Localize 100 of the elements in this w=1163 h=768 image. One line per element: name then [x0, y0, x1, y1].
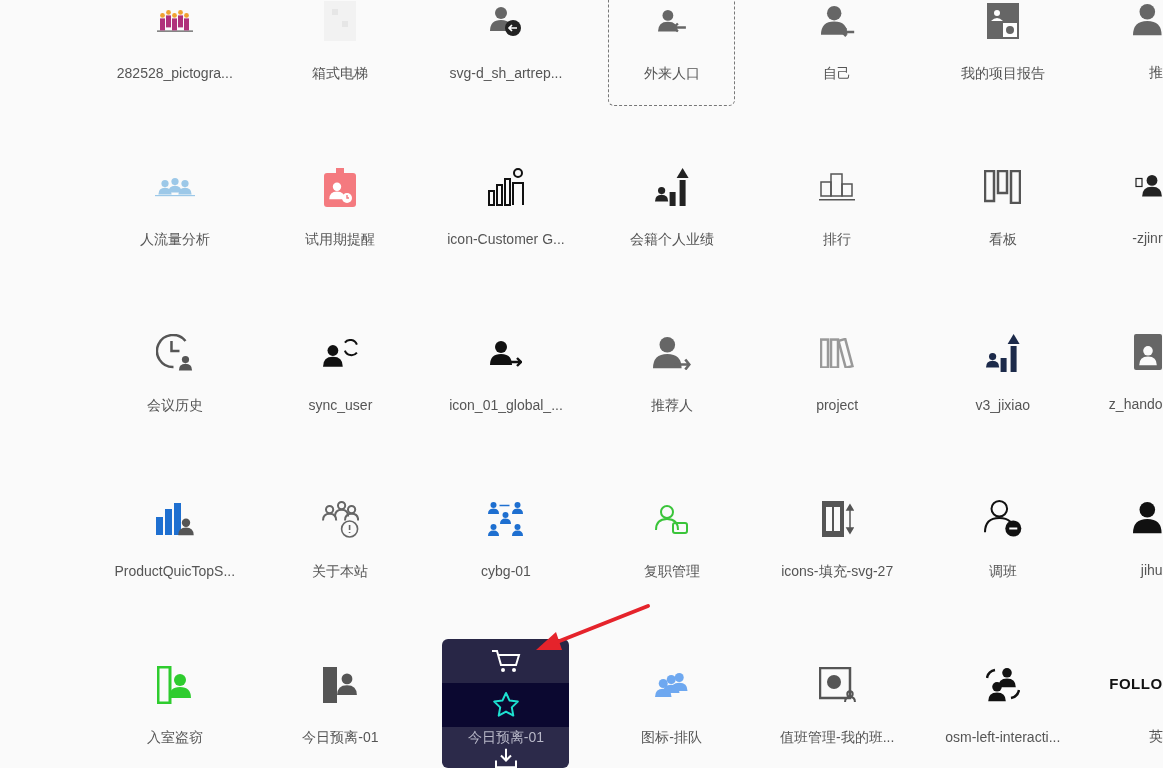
icon-tile[interactable]: cybg-01: [442, 468, 570, 604]
icon-tile[interactable]: osm-left-interacti...: [939, 634, 1067, 768]
icon-tile[interactable]: FOLLO 英: [1085, 634, 1163, 768]
icon-tile[interactable]: 看板: [939, 136, 1067, 272]
download-icon: [493, 748, 519, 768]
icon-name: 推荐人: [650, 396, 693, 415]
user-card-icon: [655, 504, 689, 534]
user-arrow-icon: [489, 339, 523, 367]
icon-name: 282528_pictogra...: [116, 64, 233, 83]
icon-name: cybg-01: [481, 562, 531, 581]
icon-tile[interactable]: 值班管理-我的班...: [773, 634, 901, 768]
growth-chart-icon: [653, 167, 690, 207]
books-icon: [820, 337, 854, 369]
icon-name: v3_jixiao: [975, 396, 1030, 415]
icon-name: 复职管理: [643, 562, 700, 581]
icon-name: -zjinr: [1132, 229, 1163, 248]
icon-tile[interactable]: 图标-排队: [608, 634, 736, 768]
icon-name: 箱式电梯: [312, 64, 369, 83]
icon-tile[interactable]: 外来人口: [608, 0, 736, 106]
icon-tile[interactable]: 会议历史: [111, 302, 239, 438]
queue-icon: [654, 672, 689, 698]
icon-tile[interactable]: jihu: [1085, 468, 1163, 604]
icon-tile[interactable]: project: [773, 302, 901, 438]
text-logo-icon: FOLLO: [1109, 672, 1163, 696]
icon-name: sync_user: [308, 396, 373, 415]
icon-name: svg-d_sh_artrep...: [449, 64, 563, 83]
icon-tile[interactable]: v3_jixiao: [939, 302, 1067, 438]
icon-tile[interactable]: 箱式电梯: [276, 0, 404, 106]
icon-tile[interactable]: icon-Customer G...: [442, 136, 570, 272]
icon-tile[interactable]: -zjinr: [1085, 136, 1163, 272]
podium-icon: [818, 172, 857, 202]
bars-user-icon: [154, 501, 195, 537]
icon-tile[interactable]: svg-d_sh_artrep...: [442, 0, 570, 106]
icon-name: 会籍个人业绩: [629, 230, 714, 249]
cart-icon: [490, 648, 522, 674]
icon-name: 试用期提醒: [305, 230, 376, 249]
icon-tile[interactable]: sync_user: [276, 302, 404, 438]
report-icon: [985, 2, 1020, 40]
icon-tile[interactable]: 复职管理: [608, 468, 736, 604]
icon-name: 人流量分析: [139, 230, 210, 249]
user-minus-icon: [983, 500, 1022, 538]
door-runner-icon: [322, 666, 359, 704]
icon-name: 排行: [823, 230, 852, 249]
icon-name: 会议历史: [146, 396, 203, 415]
icon-name: 英: [1148, 727, 1163, 746]
icon-tile[interactable]: 今日预离-01: [442, 634, 570, 768]
icon-tile[interactable]: 入室盗窃: [111, 634, 239, 768]
icon-tile[interactable]: 282528_pictogra...: [111, 0, 239, 106]
icon-name: project: [816, 396, 859, 415]
icon-name: 图标-排队: [641, 728, 702, 747]
icon-tile[interactable]: 推荐人: [608, 302, 736, 438]
icon-name: 调班: [988, 562, 1017, 581]
icon-name: icon-Customer G...: [447, 230, 565, 249]
icon-name: 外来人口: [643, 64, 700, 83]
icon-name: 推: [1148, 63, 1163, 82]
growth-chart-icon: [984, 333, 1021, 373]
clock-user-icon: [156, 334, 194, 372]
icon-name: ProductQuicTopS...: [114, 562, 236, 581]
icon-name: 自己: [823, 64, 852, 83]
icon-name: 我的项目报告: [960, 64, 1045, 83]
icon-name: 入室盗窃: [146, 728, 203, 747]
download-button[interactable]: [442, 727, 570, 768]
icon-tile[interactable]: 推: [1085, 0, 1163, 106]
icon-tile[interactable]: 今日预离-01: [276, 634, 404, 768]
icon-tile[interactable]: z_hando: [1085, 302, 1163, 438]
icon-tile[interactable]: 试用期提醒: [276, 136, 404, 272]
icon-tile[interactable]: ProductQuicTopS...: [111, 468, 239, 604]
icon-name: icons-填充-svg-27: [781, 562, 894, 581]
icon-tile[interactable]: 关于本站: [276, 468, 404, 604]
icon-tile[interactable]: 会籍个人业绩: [608, 136, 736, 272]
user-sync-icon: [322, 338, 359, 368]
icon-name: icon_01_global_...: [449, 396, 563, 415]
report-chart-icon: [818, 666, 856, 703]
user-arrow-icon: [819, 5, 855, 37]
user-icon: [1131, 3, 1163, 37]
icon-tile[interactable]: icons-填充-svg-27: [773, 468, 901, 604]
user-icon: [1131, 501, 1163, 535]
icon-tile[interactable]: 排行: [773, 136, 901, 272]
icon-tile[interactable]: 自己: [773, 0, 901, 106]
badge-icon: [323, 166, 358, 208]
icon-tile[interactable]: 调班: [939, 468, 1067, 604]
icon-name: 今日预离-01: [302, 728, 379, 747]
icon-tile[interactable]: 我的项目报告: [939, 0, 1067, 106]
user-arrow-icon: [489, 5, 523, 37]
user-arrow-icon: [656, 9, 687, 33]
icon-name: 看板: [988, 230, 1017, 249]
icon-name: jihu: [1140, 561, 1163, 580]
icon-tile[interactable]: icon_01_global_...: [442, 302, 570, 438]
user-arrow-icon: [652, 335, 691, 371]
icon-tile[interactable]: 人流量分析: [111, 136, 239, 272]
user-exchange-icon: [985, 667, 1020, 703]
favorite-button[interactable]: [442, 683, 570, 727]
door-intruder-icon: [157, 666, 193, 704]
user-square-icon: [1132, 333, 1163, 371]
add-to-cart-button[interactable]: [442, 639, 570, 683]
people-bars-icon: [155, 9, 194, 33]
user-network-icon: [487, 501, 525, 537]
icon-name: 值班管理-我的班...: [780, 728, 895, 747]
chart-person-icon: [488, 168, 524, 206]
icon-name: z_hando: [1108, 395, 1163, 414]
